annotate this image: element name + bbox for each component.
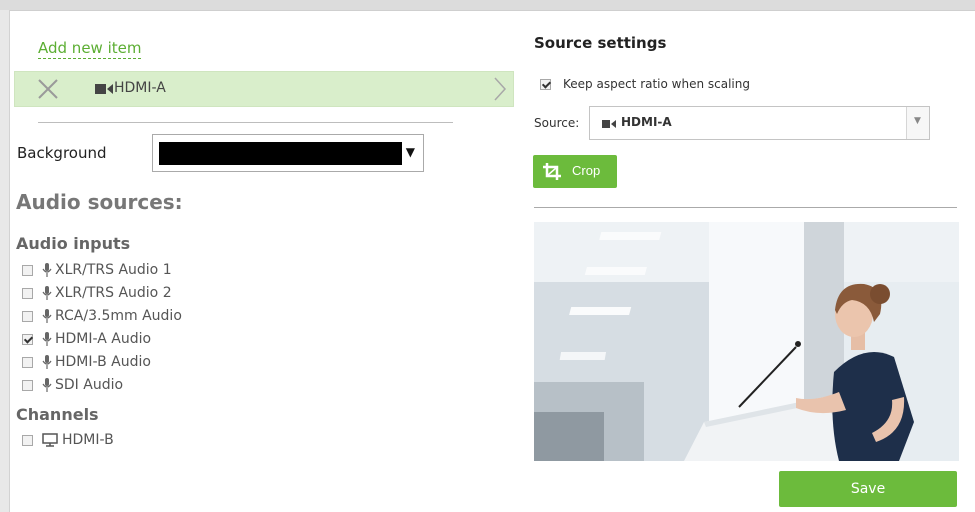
dropdown-arrow-icon: ▼ [405,145,415,159]
add-new-item-link[interactable]: Add new item [38,38,142,59]
channel-item[interactable]: HDMI-B [22,431,114,449]
source-preview-image [534,222,959,461]
layout-item-label: HDMI-A [114,80,166,96]
background-color-swatch [159,142,402,165]
microphone-icon [42,378,52,392]
channel-label: HDMI-B [62,432,114,448]
audio-input-item[interactable]: XLR/TRS Audio 1 [22,261,172,279]
audio-input-item[interactable]: HDMI-B Audio [22,353,151,371]
channel-checkbox[interactable] [22,434,33,446]
audio-input-label: XLR/TRS Audio 1 [55,262,172,278]
microphone-icon [42,332,52,346]
audio-input-label: XLR/TRS Audio 2 [55,285,172,301]
audio-input-checkbox[interactable] [22,287,33,299]
crop-icon [543,163,561,180]
divider [534,207,957,208]
dropdown-arrow-icon: ▼ [914,116,921,126]
audio-input-checkbox[interactable] [22,310,33,322]
source-select[interactable]: HDMI-A ▼ [589,106,930,140]
video-camera-icon [602,120,616,128]
audio-input-item[interactable]: XLR/TRS Audio 2 [22,284,172,302]
remove-item-icon[interactable] [37,78,59,100]
source-select-value: HDMI-A [621,115,672,129]
crop-button-label: Crop [572,163,601,178]
channels-heading: Channels [16,405,99,424]
microphone-icon [42,286,52,300]
audio-input-checkbox[interactable] [22,379,33,391]
audio-input-label: HDMI-A Audio [55,331,152,347]
audio-sources-heading: Audio sources: [16,190,183,214]
audio-input-item[interactable]: RCA/3.5mm Audio [22,307,182,325]
audio-input-checkbox[interactable] [22,333,33,345]
background-label: Background [17,144,107,162]
source-dropdown-button[interactable]: ▼ [906,107,929,139]
audio-input-item[interactable]: HDMI-A Audio [22,330,151,348]
keep-aspect-ratio-label: Keep aspect ratio when scaling [563,77,750,91]
window-left-border [0,10,10,512]
layout-item-hdmi-a[interactable]: HDMI-A [14,71,514,107]
microphone-icon [42,309,52,323]
source-label: Source: [534,116,580,130]
audio-input-checkbox[interactable] [22,264,33,276]
audio-input-label: HDMI-B Audio [55,354,151,370]
keep-aspect-ratio-option[interactable]: Keep aspect ratio when scaling [540,77,750,91]
monitor-icon [42,433,58,447]
keep-aspect-ratio-checkbox[interactable] [540,78,551,90]
background-color-select[interactable]: ▼ [152,134,424,172]
audio-input-checkbox[interactable] [22,356,33,368]
crop-button[interactable]: Crop [533,155,617,188]
save-button[interactable]: Save [779,471,957,507]
source-settings-title: Source settings [534,34,667,52]
audio-inputs-heading: Audio inputs [16,234,131,253]
divider [38,122,453,123]
audio-input-label: RCA/3.5mm Audio [55,308,182,324]
microphone-icon [42,263,52,277]
video-camera-icon [95,84,113,94]
microphone-icon [42,355,52,369]
window-top-border [0,0,975,11]
audio-input-label: SDI Audio [55,377,124,393]
audio-input-item[interactable]: SDI Audio [22,376,123,394]
chevron-right-icon[interactable] [493,76,507,102]
